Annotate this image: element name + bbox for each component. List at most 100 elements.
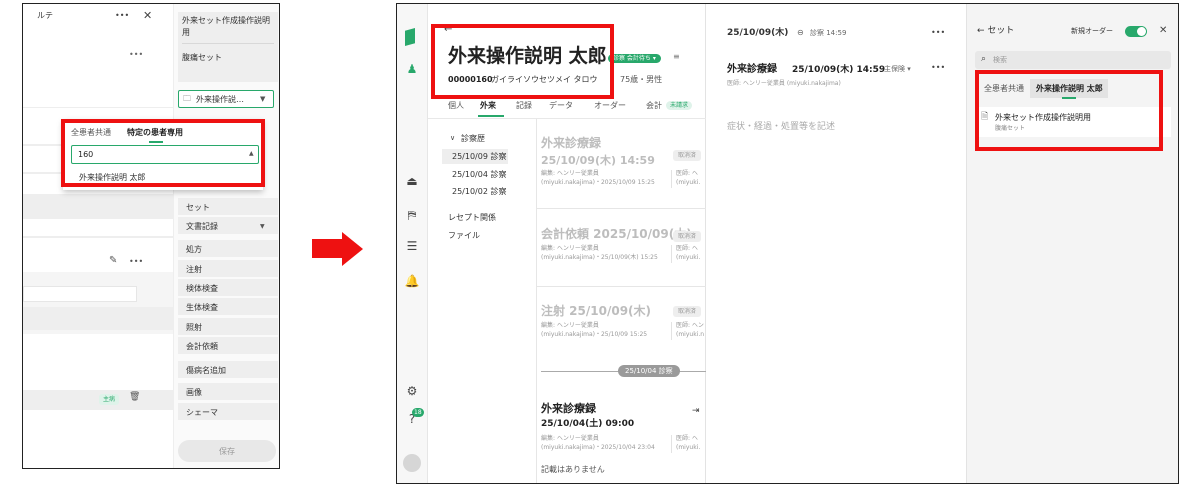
record-card-date: 25/10/04(土) 09:00 (541, 419, 635, 429)
chevron-down-icon: ∨ (450, 134, 456, 142)
pencil-icon[interactable]: ✎ (109, 255, 117, 267)
record-doctor-id: (miyuki. (676, 179, 701, 186)
left-main-area: ルテ ••• ✕ ••• ✎ ••• 主病 🗑 (23, 4, 173, 468)
left-nav-rail: ♟ ⏏ ⛿ ☰ 🔔 ⚙ ? 18 (397, 4, 428, 483)
divider (671, 245, 672, 263)
logo-icon (405, 28, 415, 46)
gray-field[interactable] (23, 194, 173, 219)
record-doctor-id: (miyuki. (676, 254, 701, 261)
save-button[interactable]: 保存 (178, 440, 276, 462)
more-icon[interactable]: ••• (129, 50, 143, 60)
record-doctor: 医師: ヘン (676, 322, 704, 329)
toggle-knob (1137, 27, 1146, 36)
record-body-input[interactable]: 症状・経過・処置等を記述 (727, 122, 835, 133)
input-field[interactable] (23, 286, 137, 302)
record-editor: 編集: ヘンリー従業員 (541, 245, 599, 252)
tab-orders[interactable]: オーダー (594, 101, 626, 111)
patient-age-sex: 75歳・男性 (620, 75, 663, 84)
link-icon[interactable]: ⊖ (797, 28, 804, 38)
side-button-specimen[interactable]: 検体検査 (178, 279, 278, 296)
record-editor: 編集: ヘンリー従業員 (541, 435, 599, 442)
set-search-placeholder: 検索 (993, 56, 1007, 64)
record-card-title[interactable]: 注射 25/10/09(木) (541, 304, 651, 318)
record-doctor: 医師: ヘンリー従業員 (miyuki.nakajima) (727, 80, 841, 87)
set-back-title[interactable]: ← セット (977, 26, 1014, 37)
arrow-right-icon (312, 239, 342, 258)
record-doctor: 医師: ヘ (676, 170, 698, 177)
folder-select-label: 外来操作説… (196, 95, 244, 104)
date-divider-pill: 25/10/04 診察 (618, 365, 680, 378)
highlight-box (975, 70, 1163, 151)
set-title: 外来セット作成操作説明用 (182, 16, 270, 38)
close-icon[interactable]: ✕ (1159, 25, 1167, 37)
more-icon[interactable]: ••• (115, 11, 129, 21)
gear-icon[interactable]: ⚙ (403, 382, 421, 400)
receipt-tree-item[interactable]: レセプト関係 (448, 213, 496, 223)
tab-outpatient[interactable]: 外来 (480, 101, 496, 111)
memo-icon[interactable]: ≡ (673, 52, 680, 62)
tab-billing[interactable]: 会計 (646, 101, 662, 111)
folder-icon: 🗀 (183, 94, 191, 103)
cancelled-tag: 取消済 (673, 306, 702, 318)
visit-item[interactable]: 25/10/02 診察 (452, 187, 506, 197)
tab-personal[interactable]: 個人 (448, 101, 464, 111)
side-button-image[interactable]: 画像 (178, 383, 278, 400)
document-icon[interactable]: ☰ (403, 237, 421, 255)
new-order-toggle[interactable] (1125, 26, 1147, 37)
divider (536, 119, 537, 483)
disease-row[interactable] (23, 390, 173, 410)
side-button-add-disease[interactable]: 傷病名追加 (178, 361, 278, 378)
bed-icon[interactable]: ⛿ (403, 206, 421, 224)
trash-icon[interactable]: 🗑 (129, 392, 140, 403)
record-editor: 編集: ヘンリー従業員 (541, 170, 599, 177)
side-button-schema[interactable]: シェーマ (178, 403, 278, 420)
record-card-date: 25/10/09(木) 14:59 (541, 154, 655, 167)
visit-link[interactable]: 診察 14:59 (810, 29, 846, 37)
side-button-radiation[interactable]: 照射 (178, 318, 278, 335)
bell-icon[interactable]: 🔔 (403, 272, 421, 290)
chevron-down-icon: ▼ (260, 223, 265, 230)
highlight-box (431, 24, 614, 99)
set-subtitle: 腹痛セット (182, 53, 222, 62)
gray-field[interactable] (23, 307, 173, 330)
file-tree-item[interactable]: ファイル (448, 231, 480, 241)
cancelled-tag: 取消済 (673, 150, 702, 162)
side-button-injection[interactable]: 注射 (178, 260, 278, 277)
notification-badge: 18 (412, 408, 424, 418)
record-doctor: 医師: ヘ (676, 245, 698, 252)
cancelled-tag: 取消済 (673, 231, 702, 243)
main-disease-badge: 主病 (99, 394, 120, 406)
eject-icon[interactable]: ⏏ (403, 172, 421, 190)
new-order-label: 新規オーダー (1071, 27, 1113, 35)
highlight-box (61, 119, 265, 187)
header-title: ルテ (37, 11, 53, 20)
side-button-set[interactable]: セット (178, 198, 278, 215)
record-doctor: 医師: ヘ (676, 435, 698, 442)
export-icon[interactable]: ⇥ (692, 406, 700, 417)
more-icon[interactable]: ••• (931, 63, 945, 73)
visit-item[interactable]: 25/10/09 診察 (452, 152, 506, 162)
record-card-title[interactable]: 会計依頼 2025/10/09(木) (541, 227, 692, 241)
avatar[interactable] (403, 454, 421, 472)
side-button-physiological[interactable]: 生体検査 (178, 298, 278, 315)
record-card-title[interactable]: 外来診療録 (541, 136, 601, 150)
divider (182, 43, 274, 44)
visit-item[interactable]: 25/10/04 診察 (452, 170, 506, 180)
divider (671, 435, 672, 453)
close-icon[interactable]: ✕ (143, 9, 152, 22)
side-button-billing[interactable]: 会計依頼 (178, 337, 278, 354)
tab-records[interactable]: 記録 (516, 101, 532, 111)
insurance-select[interactable]: 主保険 ▾ (884, 65, 911, 73)
record-doctor-id: (miyuki. (676, 444, 701, 451)
record-card-title[interactable]: 外来診療録 (541, 402, 596, 415)
patient-search-icon[interactable]: ♟ (403, 60, 421, 78)
status-badge[interactable]: 診察 会計待ち ▾ (608, 54, 661, 64)
record-title-date: 25/10/09(木) 14:59 (792, 65, 886, 75)
tab-data[interactable]: データ (549, 101, 573, 111)
record-doctor-id: (miyuki.n (676, 331, 705, 338)
more-icon[interactable]: ••• (931, 28, 945, 38)
side-button-prescription[interactable]: 処方 (178, 240, 278, 257)
history-tree-header[interactable]: 診察歴 (461, 134, 485, 144)
chevron-down-icon: ▼ (260, 95, 266, 103)
more-icon[interactable]: ••• (129, 257, 143, 267)
